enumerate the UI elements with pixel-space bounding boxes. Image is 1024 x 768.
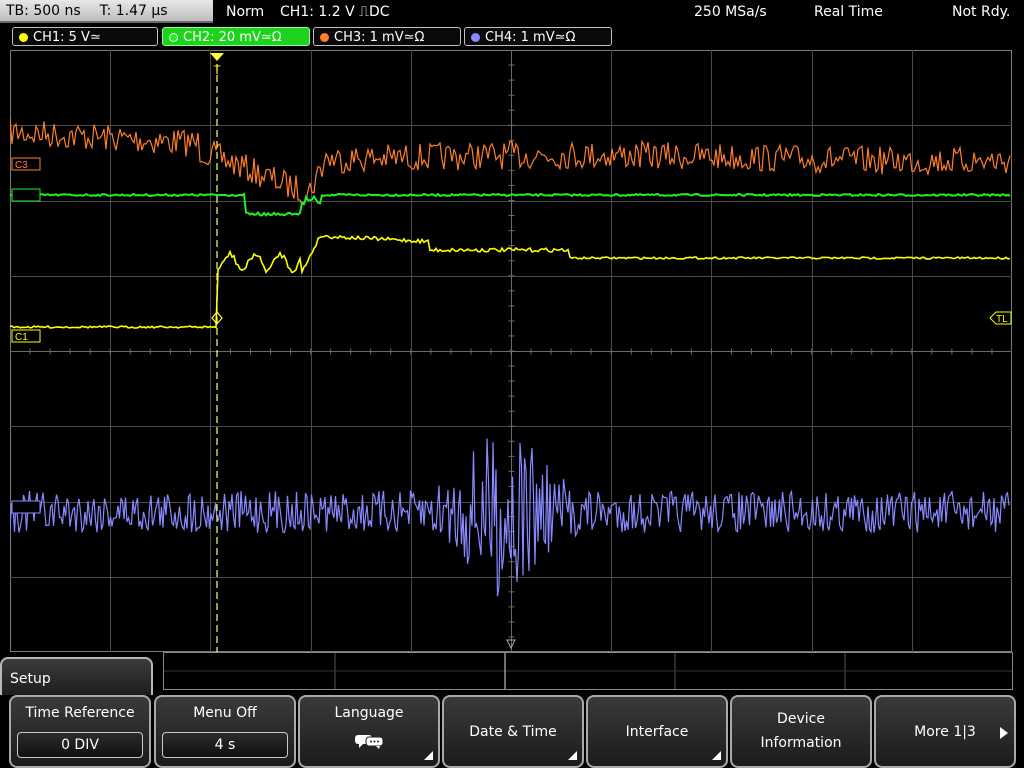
ch1-color-dot: [19, 33, 28, 42]
device-information-button[interactable]: Device Information: [730, 695, 872, 768]
ch3-marker-label: C3: [15, 160, 28, 171]
ch3-label: CH3: 1 mV: [334, 30, 404, 45]
timebase-box[interactable]: TB: 500 ns T: 1.47 µs: [0, 0, 213, 23]
rising-edge-icon: ⎍: [354, 4, 369, 20]
ch4-color-dot: [471, 33, 480, 42]
tab-ch1[interactable]: CH1: 5 V≃: [12, 27, 158, 46]
ch1-marker-label: C1: [15, 332, 28, 343]
trigger-marker-icon[interactable]: T: [210, 53, 224, 77]
date-time-label: Date & Time: [469, 724, 557, 740]
tab-ch2[interactable]: CH2: 20 mV≃Ω: [162, 27, 310, 46]
timebase-readout: TB: 500 ns: [6, 3, 81, 19]
submenu-indicator-icon: [712, 751, 721, 760]
ch1-trace: [10, 234, 1011, 329]
ch1-coupling: ≃: [89, 30, 101, 45]
language-button[interactable]: Language: [298, 695, 440, 768]
ch3-color-dot: [320, 33, 329, 42]
more-label: More 1|3: [914, 724, 976, 740]
device-label-line2: Information: [760, 735, 842, 751]
trigger-source-label: CH1: 1.2 V: [280, 4, 355, 20]
ch2-offset-marker[interactable]: [11, 188, 41, 202]
ch3-coupling: ≃Ω: [403, 30, 425, 45]
menu-title-panel: Setup: [0, 657, 153, 699]
ch2-coupling: ≃Ω: [260, 30, 282, 45]
trigger-mode[interactable]: Norm: [226, 0, 264, 24]
ch3-offset-marker[interactable]: C3: [11, 157, 41, 171]
time-reference-value: 0 DIV: [17, 732, 143, 758]
acquisition-mode: Real Time: [814, 4, 883, 20]
time-reference-label: Time Reference: [25, 705, 135, 721]
language-label: Language: [334, 705, 404, 721]
waveform-traces: T C3 C1 TL: [10, 53, 1012, 652]
ch1-label: CH1: 5 V: [33, 30, 90, 45]
sample-rate: 250 MSa/s: [694, 4, 767, 20]
trigger-marker-label: T: [213, 63, 221, 77]
interface-label: Interface: [625, 724, 689, 740]
menu-off-button[interactable]: Menu Off 4 s: [154, 695, 296, 768]
trigger-coupling: DC: [368, 4, 390, 20]
interface-button[interactable]: Interface: [586, 695, 728, 768]
zoom-overview-strip: [163, 652, 1013, 690]
trigger-level-label: TL: [996, 314, 1008, 325]
ch2-color-dot: [169, 33, 178, 42]
tab-ch3[interactable]: CH3: 1 mV≃Ω: [313, 27, 461, 46]
ch1-offset-marker[interactable]: C1: [11, 329, 41, 343]
menu-off-value: 4 s: [162, 732, 288, 758]
trigger-time-readout: T: 1.47 µs: [99, 3, 168, 19]
tab-ch4[interactable]: CH4: 1 mV≃Ω: [464, 27, 612, 46]
ch4-offset-marker[interactable]: [11, 500, 41, 514]
menu-title: Setup: [10, 671, 51, 687]
trigger-level-marker[interactable]: TL: [989, 311, 1012, 325]
device-label: Device: [777, 711, 825, 727]
ch4-coupling: ≃Ω: [554, 30, 576, 45]
ch2-label: CH2: 20 mV: [183, 30, 261, 45]
status-bar: TB: 500 ns T: 1.47 µs Norm CH1: 1.2 V ⎍D…: [0, 0, 1024, 25]
softkey-bar: Time Reference 0 DIV Menu Off 4 s Langua…: [0, 695, 1024, 768]
time-reference-button[interactable]: Time Reference 0 DIV: [9, 695, 151, 768]
arrow-right-icon: [1000, 727, 1008, 739]
ch4-label: CH4: 1 mV: [485, 30, 555, 45]
more-button[interactable]: More 1|3: [874, 695, 1016, 768]
date-time-button[interactable]: Date & Time: [442, 695, 584, 768]
ch3-trace: [10, 117, 1011, 206]
ch4-trace: [10, 438, 1010, 597]
submenu-indicator-icon: [568, 751, 577, 760]
horizontal-reference-icon: [506, 639, 516, 650]
speech-bubble-icon: [355, 735, 384, 749]
waveform-display[interactable]: T C3 C1 TL: [10, 50, 1012, 652]
acquisition-state: Not Rdy.: [952, 4, 1011, 20]
submenu-indicator-icon: [424, 751, 433, 760]
channel-tabs: CH1: 5 V≃ CH2: 20 mV≃Ω CH3: 1 mV≃Ω CH4: …: [0, 26, 1024, 48]
overview-grid: [164, 653, 1012, 689]
menu-off-label: Menu Off: [193, 705, 257, 721]
trigger-source[interactable]: CH1: 1.2 V ⎍DC: [280, 0, 390, 24]
ch2-trace: [10, 192, 1011, 217]
